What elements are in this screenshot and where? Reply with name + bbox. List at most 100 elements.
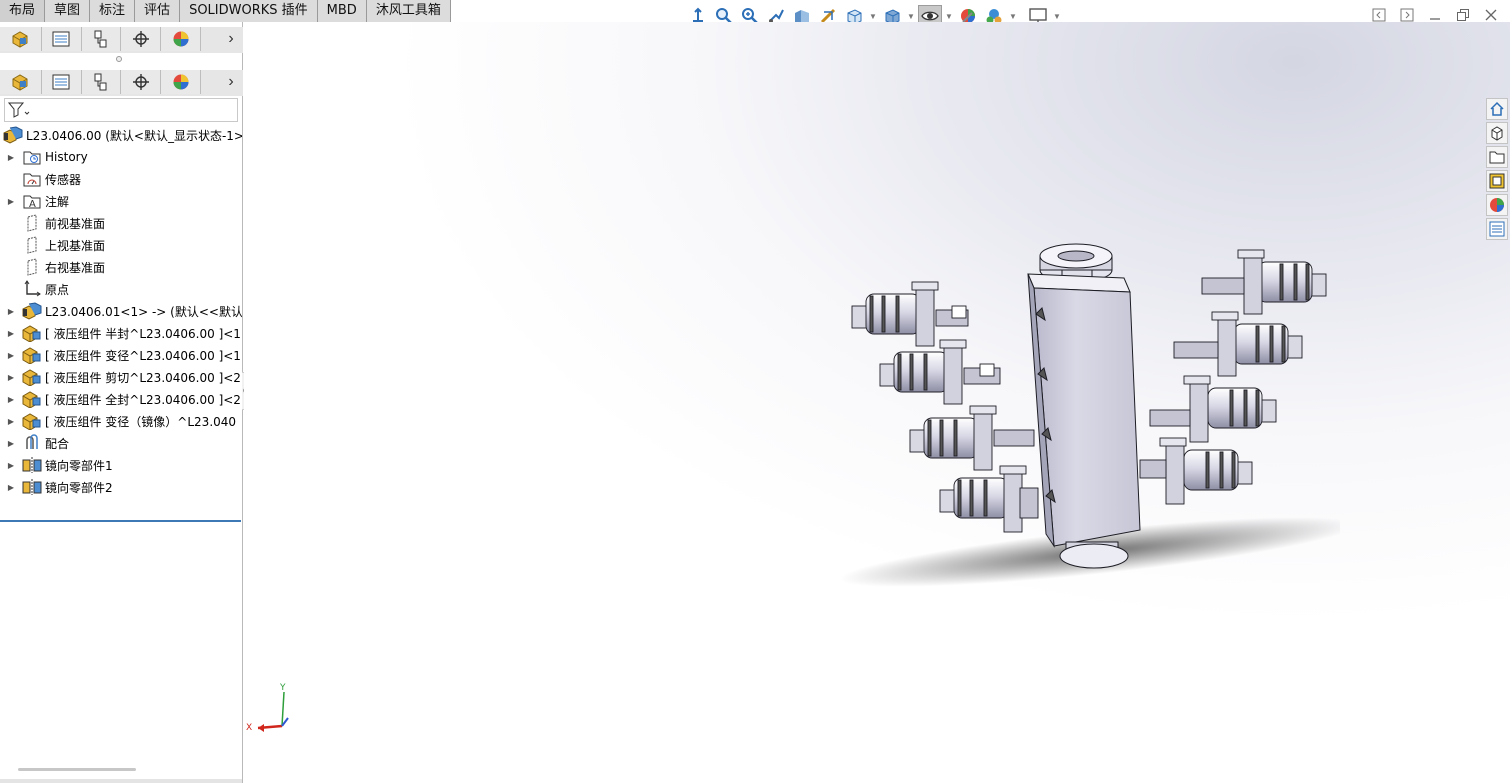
- annotations-folder-icon: A: [22, 192, 42, 210]
- expand-arrow-icon[interactable]: ▶: [0, 146, 22, 168]
- mirror-component-icon: [22, 478, 42, 496]
- dimxpert-icon[interactable]: [121, 27, 162, 51]
- tree-item-top-plane[interactable]: 上视基准面: [0, 234, 242, 256]
- tree-item-component[interactable]: ▶ L23.0406.01<1> -> (默认<<默认>: [0, 300, 242, 322]
- propertymanager-icon[interactable]: [41, 27, 82, 51]
- tree-item-label: 镜向零部件2: [45, 480, 113, 495]
- more-tabs-arrow[interactable]: ›: [219, 27, 243, 51]
- tree-filter-field[interactable]: [4, 98, 238, 122]
- tab-evaluate[interactable]: 评估: [135, 0, 181, 22]
- tree-item-label: 前视基准面: [45, 216, 106, 231]
- display-manager-icon[interactable]: [161, 70, 202, 94]
- tree-item-annotations[interactable]: ▶ A 注解: [0, 190, 242, 212]
- assembly-icon: [22, 302, 42, 320]
- tree-item-subassembly[interactable]: ▶ [ 液压组件 全封^L23.0406.00 ]<2: [0, 388, 242, 410]
- subassembly-icon: [22, 412, 42, 430]
- tree-item-history[interactable]: ▶ History: [0, 146, 242, 168]
- expand-arrow-icon[interactable]: ▶: [0, 366, 22, 388]
- tree-item-subassembly[interactable]: ▶ [ 液压组件 半封^L23.0406.00 ]<1>: [0, 322, 242, 344]
- tab-solidworks-addins[interactable]: SOLIDWORKS 插件: [180, 0, 318, 22]
- manager-tabs-top: ›: [0, 27, 243, 53]
- history-folder-icon: [22, 148, 42, 166]
- expand-arrow-icon[interactable]: ▶: [0, 322, 22, 344]
- tree-item-label: 传感器: [45, 172, 82, 187]
- tree-root-label: L23.0406.00 (默认<默认_显示状态-1>): [26, 128, 242, 143]
- design-library-icon[interactable]: [1486, 122, 1508, 144]
- tree-item-mirror-component[interactable]: ▶ 镜向零部件1: [0, 454, 242, 476]
- expand-arrow-icon[interactable]: ▶: [0, 410, 22, 432]
- mirror-component-icon: [22, 456, 42, 474]
- expand-arrow-icon[interactable]: ▶: [0, 388, 22, 410]
- feature-manager-panel: › › L23.0406.00 (默认<默认_显示状态-1>) ▶ Histor…: [0, 22, 243, 783]
- dimxpert-icon[interactable]: [121, 70, 162, 94]
- tree-item-label: 配合: [45, 436, 70, 451]
- tree-item-label: [ 液压组件 变径（镜像）^L23.040: [45, 414, 237, 429]
- expand-arrow-icon[interactable]: ▶: [0, 190, 22, 212]
- subassembly-icon: [22, 324, 42, 342]
- triad-x-label: X: [246, 723, 252, 733]
- tree-item-subassembly[interactable]: ▶ [ 液压组件 变径^L23.0406.00 ]<1: [0, 344, 242, 366]
- appearances-icon[interactable]: [1486, 194, 1508, 216]
- tab-layout[interactable]: 布局: [0, 0, 46, 22]
- reference-triad: X Y: [246, 683, 289, 733]
- manager-tabs: ›: [0, 70, 243, 96]
- task-pane-tabs: [1486, 98, 1510, 240]
- feature-tree: L23.0406.00 (默认<默认_显示状态-1>) ▶ History 传感…: [0, 124, 242, 498]
- tab-sketch[interactable]: 草图: [45, 0, 91, 22]
- tree-item-mirror-component[interactable]: ▶ 镜向零部件2: [0, 476, 242, 498]
- bop-assembly-model[interactable]: [840, 234, 1340, 604]
- panel-splitter[interactable]: [116, 56, 122, 62]
- expand-arrow-icon[interactable]: ▶: [0, 432, 22, 454]
- svg-text:A: A: [29, 199, 36, 209]
- plane-icon: [22, 236, 42, 254]
- tree-item-mates[interactable]: ▶ 配合: [0, 432, 242, 454]
- tree-item-label: [ 液压组件 半封^L23.0406.00 ]<1>: [45, 326, 242, 341]
- tree-item-right-plane[interactable]: 右视基准面: [0, 256, 242, 278]
- featuremanager-icon[interactable]: [0, 70, 42, 94]
- origin-icon: [22, 280, 42, 298]
- expand-arrow-icon[interactable]: ▶: [0, 300, 22, 322]
- tree-item-label: 原点: [45, 282, 70, 297]
- plane-icon: [22, 258, 42, 276]
- tree-item-origin[interactable]: 原点: [0, 278, 242, 300]
- expand-arrow-icon[interactable]: ▶: [0, 344, 22, 366]
- graphics-area[interactable]: [244, 22, 1510, 783]
- panel-resize-handle[interactable]: [0, 779, 242, 783]
- tree-item-label: 注解: [45, 194, 70, 209]
- propertymanager-icon[interactable]: [41, 70, 82, 94]
- expand-arrow-icon[interactable]: ▶: [0, 454, 22, 476]
- file-explorer-icon[interactable]: [1486, 146, 1508, 168]
- tab-mbd[interactable]: MBD: [317, 0, 367, 22]
- tree-item-label: [ 液压组件 全封^L23.0406.00 ]<2: [45, 392, 241, 407]
- tree-item-label: 镜向零部件1: [45, 458, 113, 473]
- tab-markup[interactable]: 标注: [90, 0, 136, 22]
- tree-item-subassembly[interactable]: ▶ [ 液压组件 变径（镜像）^L23.040: [0, 410, 242, 432]
- rollback-bar[interactable]: [0, 520, 241, 522]
- assembly-icon: [3, 126, 23, 144]
- tree-item-sensors[interactable]: 传感器: [0, 168, 242, 190]
- tree-item-label: L23.0406.01<1> -> (默认<<默认>: [45, 304, 242, 319]
- tab-mufeng-toolbox[interactable]: 沐风工具箱: [366, 0, 451, 22]
- configurationmanager-icon[interactable]: [81, 27, 122, 51]
- subassembly-icon: [22, 346, 42, 364]
- custom-properties-icon[interactable]: [1486, 218, 1508, 240]
- horizontal-scrollbar[interactable]: [18, 768, 136, 771]
- mates-icon: [22, 434, 42, 452]
- triad-y-label: Y: [279, 683, 286, 693]
- configurationmanager-icon[interactable]: [81, 70, 122, 94]
- display-manager-icon[interactable]: [161, 27, 202, 51]
- filter-icon[interactable]: [8, 101, 30, 119]
- view-palette-icon[interactable]: [1486, 170, 1508, 192]
- expand-arrow-icon[interactable]: ▶: [0, 476, 22, 498]
- home-icon[interactable]: [1486, 98, 1508, 120]
- tree-root-assembly[interactable]: L23.0406.00 (默认<默认_显示状态-1>): [0, 124, 242, 146]
- featuremanager-icon[interactable]: [0, 27, 42, 51]
- sensors-folder-icon: [22, 170, 42, 188]
- tree-item-subassembly[interactable]: ▶ [ 液压组件 剪切^L23.0406.00 ]<2>: [0, 366, 242, 388]
- tree-item-label: [ 液压组件 变径^L23.0406.00 ]<1: [45, 348, 241, 363]
- tree-item-label: 右视基准面: [45, 260, 106, 275]
- command-manager-tabs: 布局 草图 标注 评估 SOLIDWORKS 插件 MBD 沐风工具箱: [0, 0, 451, 22]
- tree-item-front-plane[interactable]: 前视基准面: [0, 212, 242, 234]
- plane-icon: [22, 214, 42, 232]
- more-tabs-arrow[interactable]: ›: [219, 70, 243, 94]
